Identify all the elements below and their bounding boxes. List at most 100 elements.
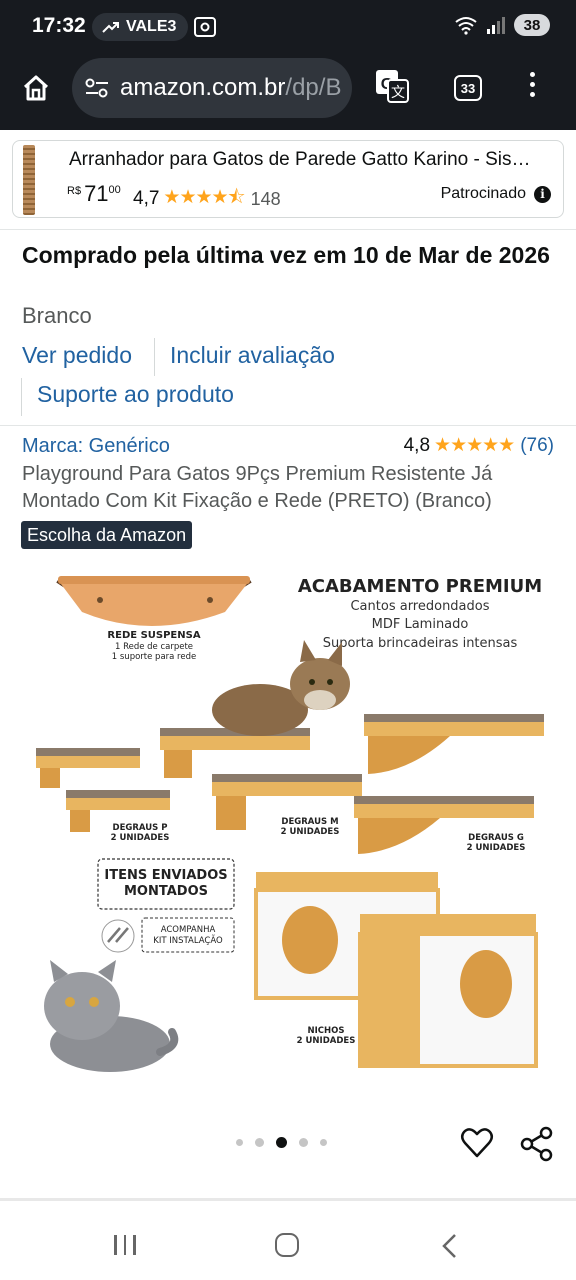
grey-cat-illustration (44, 960, 179, 1072)
carousel-dot[interactable] (236, 1139, 243, 1146)
hammock-label: 1 Rede de carpete (115, 642, 193, 652)
rating-value: 4,8 (403, 434, 431, 456)
sponsored-label[interactable]: Patrocinado i (441, 185, 551, 203)
review-count: 148 (250, 188, 281, 209)
info-icon[interactable]: i (534, 185, 551, 203)
recent-apps-icon (114, 1235, 117, 1255)
system-nav-bar (0, 1201, 576, 1280)
image-feature: MDF Laminado (372, 617, 469, 632)
tools-icon (101, 919, 135, 953)
url-text: amazon.com.br/dp/B (120, 74, 341, 102)
back-button[interactable] (440, 1233, 458, 1264)
url-domain: amazon.com.br (120, 74, 286, 101)
site-settings-icon[interactable] (84, 77, 110, 99)
more-menu-button[interactable] (530, 72, 535, 97)
carrier-pill-label: VALE3 (126, 18, 177, 35)
url-path: /dp/B (285, 74, 342, 101)
brand-link[interactable]: Marca: Genérico (22, 435, 170, 458)
wifi-icon (455, 17, 477, 35)
svg-text:文: 文 (391, 85, 405, 101)
carousel-dots[interactable] (236, 1137, 327, 1148)
price-fraction: 00 (108, 184, 121, 196)
divider (0, 229, 576, 230)
niches-label: NICHOS (308, 1026, 345, 1036)
product-title: Playground Para Gatos 9Pçs Premium Resis… (22, 463, 493, 512)
assembled-label: MONTADOS (124, 884, 208, 899)
carousel-dot[interactable] (320, 1139, 327, 1146)
sponsored-product-thumbnail (23, 145, 35, 215)
tabby-cat-illustration (212, 640, 350, 736)
divider (154, 338, 155, 376)
browser-toolbar: amazon.com.br/dp/B G文 33 (0, 54, 576, 130)
sponsored-rating: 4,7 ★★★★⯪ 148 (133, 183, 281, 215)
add-review-link[interactable]: Incluir avaliação (170, 342, 335, 369)
price-whole: 71 (84, 181, 109, 206)
carousel-dot-active[interactable] (276, 1137, 287, 1148)
recent-apps-icon (133, 1235, 136, 1255)
steps-g-label: DEGRAUS G (468, 833, 524, 843)
rating-value: 4,7 (133, 188, 160, 209)
shelf (160, 728, 310, 778)
carousel-dot[interactable] (255, 1138, 264, 1147)
review-count-link[interactable]: (76) (520, 435, 554, 457)
recent-apps-button[interactable] (114, 1235, 136, 1255)
price-currency: R$ (67, 185, 82, 197)
last-purchased-heading: Comprado pela última vez em 10 de Mar de… (22, 242, 550, 268)
star-rating-icon: ★★★★⯪ (163, 187, 245, 208)
sponsored-label-text: Patrocinado (440, 185, 526, 202)
sponsored-ad[interactable]: Arranhador para Gatos de Parede Gatto Ka… (12, 140, 564, 218)
assembled-label: ITENS ENVIADOS (104, 868, 227, 883)
kit-box (141, 917, 235, 953)
hammock-label: 1 suporte para rede (112, 652, 196, 662)
signal-icon (487, 17, 505, 34)
image-feature: Suporta brincadeiras intensas (323, 636, 518, 651)
tabs-button[interactable]: 33 (454, 75, 482, 101)
carousel-dot[interactable] (299, 1138, 308, 1147)
steps-p-label: 2 UNIDADES (111, 833, 170, 843)
menu-dot (530, 72, 535, 77)
image-heading: ACABAMENTO PREMIUM (298, 576, 542, 597)
steps-g-label: 2 UNIDADES (467, 843, 526, 853)
sponsored-title[interactable]: Arranhador para Gatos de Parede Gatto Ka… (69, 149, 539, 171)
sponsored-price: R$ 71 00 (67, 181, 121, 207)
product-image[interactable]: REDE SUSPENSA 1 Rede de carpete 1 suport… (20, 562, 556, 1090)
address-bar[interactable]: amazon.com.br/dp/B (72, 58, 352, 118)
home-button[interactable] (18, 70, 54, 106)
view-order-link[interactable]: Ver pedido (22, 342, 132, 369)
shelf (36, 748, 140, 788)
share-icon (520, 1126, 553, 1162)
translate-button[interactable]: G文 (374, 68, 410, 109)
niches-label: 2 UNIDADES (297, 1036, 356, 1046)
battery-indicator: 38 (514, 14, 550, 36)
kit-label: KIT INSTALAÇÃO (153, 935, 223, 946)
purchased-variant: Branco (22, 303, 92, 328)
home-nav-button[interactable] (275, 1233, 299, 1257)
heart-icon (461, 1128, 493, 1158)
star-rating-icon: ★★★★★ (434, 435, 515, 456)
recent-apps-icon (123, 1235, 126, 1255)
steps-m-label: 2 UNIDADES (281, 827, 340, 837)
hammock-label: REDE SUSPENSA (107, 630, 200, 641)
divider (21, 378, 22, 416)
divider (0, 425, 576, 426)
share-button[interactable] (520, 1126, 554, 1167)
carrier-pill: VALE3 (92, 13, 189, 41)
product-rating[interactable]: 4,8 ★★★★★ (76) (404, 434, 554, 457)
trending-up-icon (102, 22, 119, 33)
status-bar: 17:32 VALE3 38 (0, 0, 576, 54)
back-arrow-icon (442, 1234, 456, 1258)
steps-m-label: DEGRAUS M (281, 817, 338, 827)
wishlist-button[interactable] (460, 1126, 494, 1165)
hammock-illustration (56, 576, 252, 626)
kit-label: ACOMPANHA (161, 925, 216, 935)
shelf (364, 714, 544, 774)
amazon-choice-badge[interactable]: Escolha da Amazon (21, 521, 193, 549)
steps-p-label: DEGRAUS P (113, 823, 168, 833)
product-support-link[interactable]: Suporte ao produto (37, 381, 234, 408)
screen-record-icon (194, 17, 216, 37)
image-feature: Cantos arredondados (350, 599, 489, 614)
status-right: 38 (454, 14, 550, 36)
menu-dot (530, 82, 535, 87)
home-icon (23, 75, 49, 101)
menu-dot (530, 92, 535, 97)
